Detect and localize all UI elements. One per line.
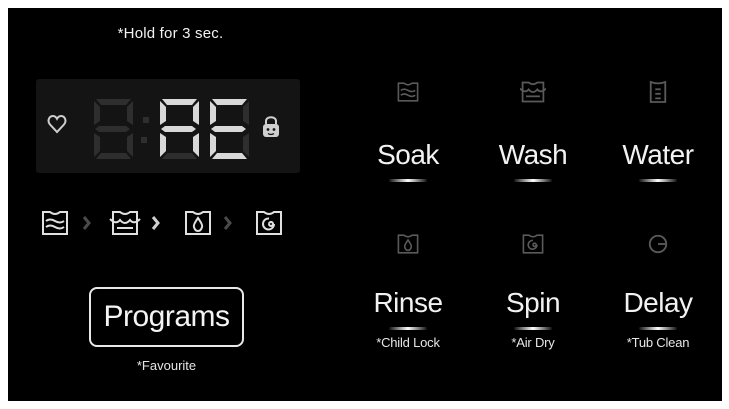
cycle-progress-indicator — [40, 207, 305, 239]
spin-icon — [522, 234, 544, 254]
wash-cycle-icon — [109, 211, 141, 235]
soak-cycle-icon — [42, 211, 68, 235]
rinse-icon — [397, 234, 419, 254]
wash-icon — [520, 81, 546, 103]
wash-indicator-led — [514, 179, 552, 182]
segment-digit-1 — [94, 99, 133, 159]
rinse-button[interactable]: Rinse *Child Lock — [348, 233, 468, 350]
delay-timer-icon — [648, 234, 668, 254]
segment-colon — [141, 117, 149, 143]
arrow-icon — [82, 216, 91, 230]
programs-button[interactable]: Programs — [89, 287, 244, 347]
spin-indicator-led — [514, 327, 552, 330]
delay-button[interactable]: Delay *Tub Clean — [598, 233, 718, 350]
delay-indicator-led — [639, 327, 677, 330]
rinse-cycle-icon — [185, 211, 211, 235]
soak-icon — [397, 82, 419, 102]
air-dry-sub-label: *Air Dry — [511, 335, 555, 350]
arrow-icon — [151, 216, 160, 230]
arrow-icon — [223, 216, 232, 230]
tub-clean-sub-label: *Tub Clean — [626, 335, 690, 350]
spin-cycle-icon — [256, 211, 282, 235]
segment-digit-e — [210, 99, 249, 159]
wash-label: Wash — [498, 139, 568, 170]
water-level-icon — [649, 80, 667, 103]
child-lock-sub-label: *Child Lock — [376, 335, 440, 350]
spin-button[interactable]: Spin *Air Dry — [473, 233, 593, 350]
lock-icon — [263, 116, 279, 137]
water-label: Water — [622, 139, 694, 170]
heart-icon — [47, 114, 67, 134]
soak-button[interactable]: Soak — [348, 80, 468, 182]
segment-digit-a — [160, 99, 199, 159]
water-button[interactable]: Water — [598, 80, 718, 182]
wash-button[interactable]: Wash — [473, 80, 593, 182]
rinse-label: Rinse — [373, 287, 443, 318]
soak-label: Soak — [377, 139, 439, 170]
water-indicator-led — [639, 179, 677, 182]
seven-segment-display — [36, 79, 300, 173]
rinse-indicator-led — [389, 327, 427, 330]
delay-label: Delay — [623, 287, 693, 318]
control-panel: *Hold for 3 sec. Programs *Favourite Soa… — [8, 8, 722, 401]
spin-label: Spin — [505, 287, 561, 318]
programs-sub-label: *Favourite — [136, 358, 197, 373]
soak-indicator-led — [389, 179, 427, 182]
hold-note: *Hold for 3 sec. — [117, 25, 224, 42]
